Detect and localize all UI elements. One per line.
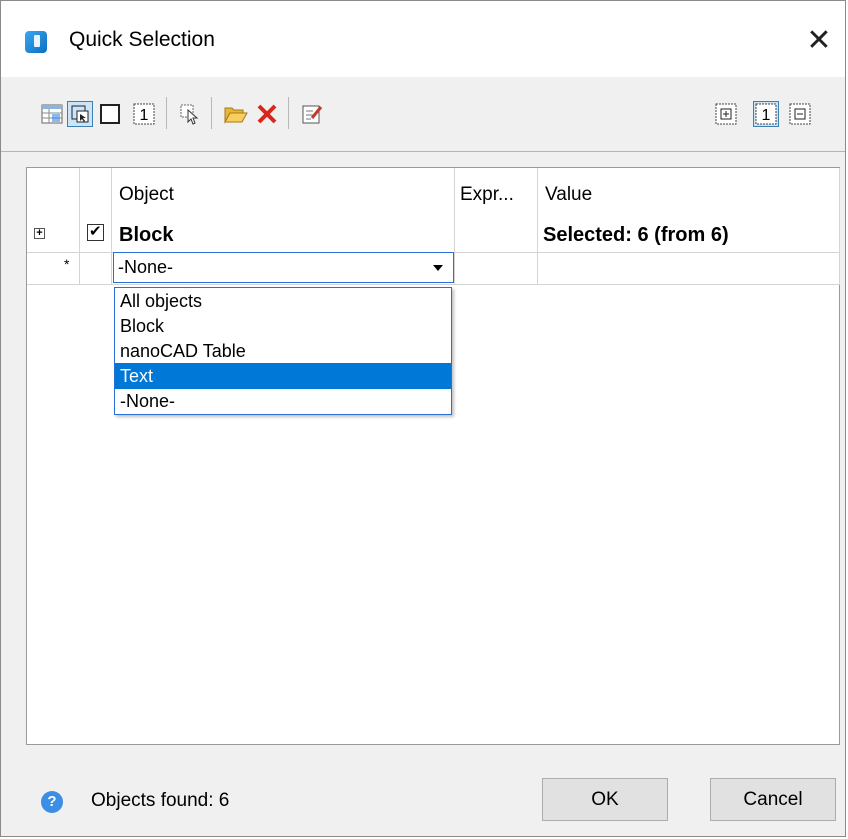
svg-text:1: 1 [762,107,771,124]
row-object-name[interactable]: Block [119,224,173,247]
column-header-value[interactable]: Value [545,184,592,206]
single-view-icon[interactable]: 1 [753,101,779,127]
toolbar: 1 1 [1,77,845,152]
quick-selection-dialog: Quick Selection ✕ 1 1 Object Expr... Val… [0,0,846,837]
grid-line [537,168,538,285]
title-bar: Quick Selection ✕ [1,1,845,77]
grid-line [111,168,112,285]
dropdown-option[interactable]: All objects [115,288,451,314]
grid-line [27,284,839,285]
pick-objects-icon[interactable] [177,101,203,127]
dropdown-option[interactable]: Block [115,313,451,339]
selection-grid: Object Expr... Value + ✔ Block Selected:… [26,167,840,745]
grid-line [454,168,455,285]
row-checkbox[interactable]: ✔ [87,223,104,241]
grid-line [79,168,80,285]
toolbar-separator [166,97,167,129]
dropdown-option[interactable]: nanoCAD Table [115,338,451,364]
open-folder-icon[interactable] [223,101,249,127]
object-type-dropdown: All objects Block nanoCAD Table Text -No… [114,287,452,415]
column-header-object[interactable]: Object [119,184,174,206]
checkmark-icon: ✔ [89,223,102,240]
dropdown-option-highlighted[interactable]: Text [115,363,451,389]
select-window-icon[interactable] [67,101,93,127]
window-title: Quick Selection [69,28,215,51]
svg-text:1: 1 [140,107,149,124]
expand-all-icon[interactable] [713,101,739,127]
delete-icon[interactable] [254,101,280,127]
column-header-expression[interactable]: Expr... [460,184,514,206]
combo-value: -None- [118,257,174,277]
empty-frame-icon[interactable] [97,101,123,127]
single-object-icon[interactable]: 1 [131,101,157,127]
objects-found-status: Objects found: 6 [91,790,230,811]
row-value[interactable]: Selected: 6 (from 6) [543,224,729,247]
toolbar-separator [288,97,289,129]
table-view-icon[interactable] [39,101,65,127]
ok-button[interactable]: OK [542,778,668,821]
toolbar-separator [211,97,212,129]
edit-properties-icon[interactable] [299,101,325,127]
collapse-all-icon[interactable] [787,101,813,127]
help-icon[interactable]: ? [41,791,63,813]
dropdown-option[interactable]: -None- [115,388,451,414]
expand-row-button[interactable]: + [34,228,45,239]
app-icon [25,31,47,53]
chevron-down-icon[interactable] [433,265,443,271]
new-row-marker: * [64,256,70,272]
object-type-combo[interactable]: -None- [113,252,454,283]
cancel-button[interactable]: Cancel [710,778,836,821]
close-button[interactable]: ✕ [801,23,837,59]
grid-line [839,168,840,285]
